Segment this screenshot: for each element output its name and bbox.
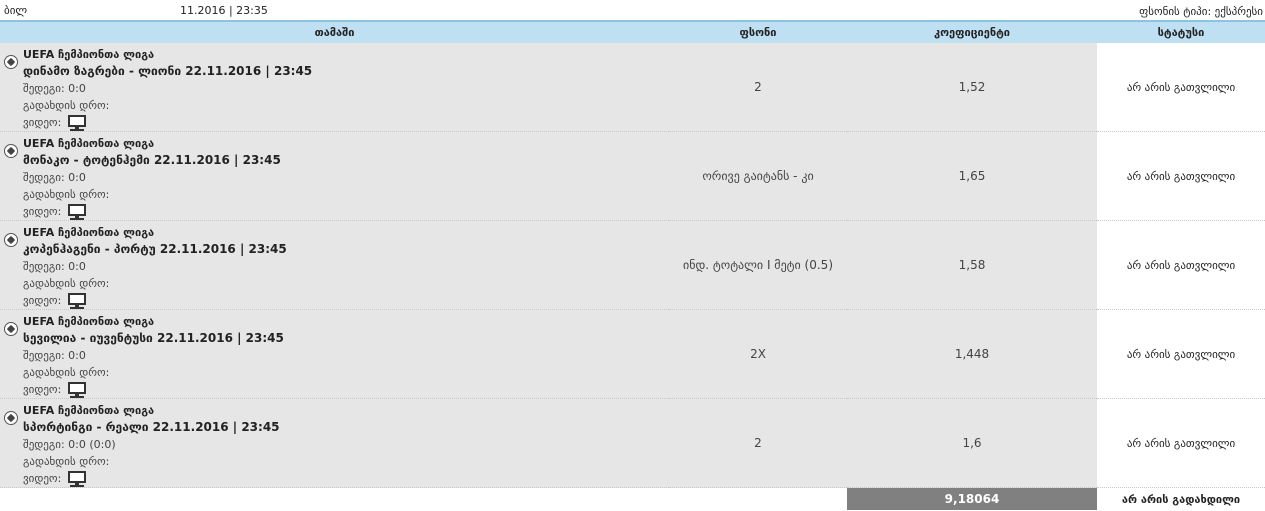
table-row: UEFA ჩემპიონთა ლიგა სპორტინგი - რეალი 22… — [0, 398, 1265, 488]
payout-time-label: გადახდის დრო: — [23, 188, 110, 201]
coef-cell: 1,65 — [847, 131, 1097, 221]
status-cell: არ არის გათვლილი — [1097, 398, 1265, 488]
league-name: UEFA ჩემპიონთა ლიგა — [23, 315, 155, 328]
match-name[interactable]: კოპენჰაგენი - პორტუ 22.11.2016 | 23:45 — [23, 241, 287, 258]
bet-cell: 2 — [669, 43, 847, 132]
bet-cell: ინდ. ტოტალი I მეტი (0.5) — [669, 220, 847, 310]
video-label: ვიდეო: — [23, 383, 62, 396]
col-header-bet: ფსონი — [669, 20, 847, 43]
score-value: 0:0 — [68, 349, 86, 362]
overall-status: არ არის გადახდილი — [1097, 487, 1265, 510]
video-label: ვიდეო: — [23, 472, 62, 485]
status-cell: არ არის გათვლილი — [1097, 309, 1265, 399]
score-label: შედეგი: — [23, 438, 65, 451]
score-label: შედეგი: — [23, 82, 65, 95]
video-label: ვიდეო: — [23, 205, 62, 218]
tv-monitor-icon[interactable] — [67, 114, 89, 131]
score-label: შედეგი: — [23, 171, 65, 184]
game-cell: UEFA ჩემპიონთა ლიგა კოპენჰაგენი - პორტუ … — [0, 220, 669, 310]
col-header-coef: კოეფიციენტი — [847, 20, 1097, 43]
bet-slip-table: თამაში ფსონი კოეფიციენტი სტატუსი UEFA ჩე… — [0, 20, 1265, 510]
match-name[interactable]: დინამო ზაგრები - ლიონი 22.11.2016 | 23:4… — [23, 63, 312, 80]
soccer-ball-icon — [4, 233, 18, 247]
bet-date: 11.2016 | 23:35 — [180, 4, 268, 17]
score-value: 0:0 — [68, 260, 86, 273]
soccer-ball-icon — [4, 55, 18, 69]
score-line: შედეგი: 0:0 — [23, 347, 284, 364]
coef-cell: 1,448 — [847, 309, 1097, 399]
soccer-ball-icon — [4, 322, 18, 336]
payout-time-label: გადახდის დრო: — [23, 366, 110, 379]
coef-cell: 1,58 — [847, 220, 1097, 310]
tv-monitor-icon[interactable] — [67, 292, 89, 309]
coef-cell: 1,6 — [847, 398, 1097, 488]
payout-time-label: გადახდის დრო: — [23, 277, 110, 290]
coef-cell: 1,52 — [847, 43, 1097, 132]
payout-time-label: გადახდის დრო: — [23, 455, 110, 468]
table-row: UEFA ჩემპიონთა ლიგა დინამო ზაგრები - ლიო… — [0, 43, 1265, 132]
bet-date-prefix: ბილ — [4, 4, 28, 17]
score-label: შედეგი: — [23, 349, 65, 362]
game-cell: UEFA ჩემპიონთა ლიგა მონაკო - ტოტენჰემი 2… — [0, 131, 669, 221]
total-coefficient: 9,18064 — [847, 487, 1097, 510]
video-label: ვიდეო: — [23, 116, 62, 129]
score-label: შედეგი: — [23, 260, 65, 273]
table-header: თამაში ფსონი კოეფიციენტი სტატუსი — [0, 20, 1265, 43]
league-name: UEFA ჩემპიონთა ლიგა — [23, 404, 155, 417]
bet-cell: ორივე გაიტანს - კი — [669, 131, 847, 221]
video-label: ვიდეო: — [23, 294, 62, 307]
bet-header-bar: ბილ 11.2016 | 23:35 ფსონის ტიპი: ექსპრეს… — [0, 0, 1265, 20]
league-name: UEFA ჩემპიონთა ლიგა — [23, 48, 155, 61]
status-cell: არ არის გათვლილი — [1097, 220, 1265, 310]
table-row: UEFA ჩემპიონთა ლიგა კოპენჰაგენი - პორტუ … — [0, 220, 1265, 310]
video-line: ვიდეო: — [23, 381, 284, 398]
video-line: ვიდეო: — [23, 114, 312, 131]
score-line: შედეგი: 0:0 (0:0) — [23, 436, 280, 453]
game-cell: UEFA ჩემპიონთა ლიგა სპორტინგი - რეალი 22… — [0, 398, 669, 488]
soccer-ball-icon — [4, 144, 18, 158]
table-row: UEFA ჩემპიონთა ლიგა სევილია - იუვენტუსი … — [0, 309, 1265, 399]
col-header-game: თამაში — [0, 20, 669, 43]
bet-cell: 2X — [669, 309, 847, 399]
col-header-status: სტატუსი — [1097, 20, 1265, 43]
status-cell: არ არის გათვლილი — [1097, 131, 1265, 221]
tv-monitor-icon[interactable] — [67, 381, 89, 398]
bet-type-label: ფსონის ტიპი: ექსპრესი — [1139, 5, 1263, 18]
video-line: ვიდეო: — [23, 470, 280, 487]
league-name: UEFA ჩემპიონთა ლიგა — [23, 226, 155, 239]
game-cell: UEFA ჩემპიონთა ლიგა დინამო ზაგრები - ლიო… — [0, 43, 669, 132]
game-cell: UEFA ჩემპიონთა ლიგა სევილია - იუვენტუსი … — [0, 309, 669, 399]
score-line: შედეგი: 0:0 — [23, 80, 312, 97]
video-line: ვიდეო: — [23, 203, 281, 220]
tv-monitor-icon[interactable] — [67, 470, 89, 487]
video-line: ვიდეო: — [23, 292, 287, 309]
match-name[interactable]: სპორტინგი - რეალი 22.11.2016 | 23:45 — [23, 419, 280, 436]
status-cell: არ არის გათვლილი — [1097, 43, 1265, 132]
total-row: 9,18064 არ არის გადახდილი — [0, 487, 1265, 510]
match-name[interactable]: მონაკო - ტოტენჰემი 22.11.2016 | 23:45 — [23, 152, 281, 169]
payout-time-label: გადახდის დრო: — [23, 99, 110, 112]
score-line: შედეგი: 0:0 — [23, 258, 287, 275]
tv-monitor-icon[interactable] — [67, 203, 89, 220]
score-value: 0:0 — [68, 171, 86, 184]
table-row: UEFA ჩემპიონთა ლიგა მონაკო - ტოტენჰემი 2… — [0, 131, 1265, 221]
match-name[interactable]: სევილია - იუვენტუსი 22.11.2016 | 23:45 — [23, 330, 284, 347]
score-value: 0:0 — [68, 82, 86, 95]
bet-cell: 2 — [669, 398, 847, 488]
league-name: UEFA ჩემპიონთა ლიგა — [23, 137, 155, 150]
score-value: 0:0 (0:0) — [68, 438, 116, 451]
soccer-ball-icon — [4, 411, 18, 425]
score-line: შედეგი: 0:0 — [23, 169, 281, 186]
